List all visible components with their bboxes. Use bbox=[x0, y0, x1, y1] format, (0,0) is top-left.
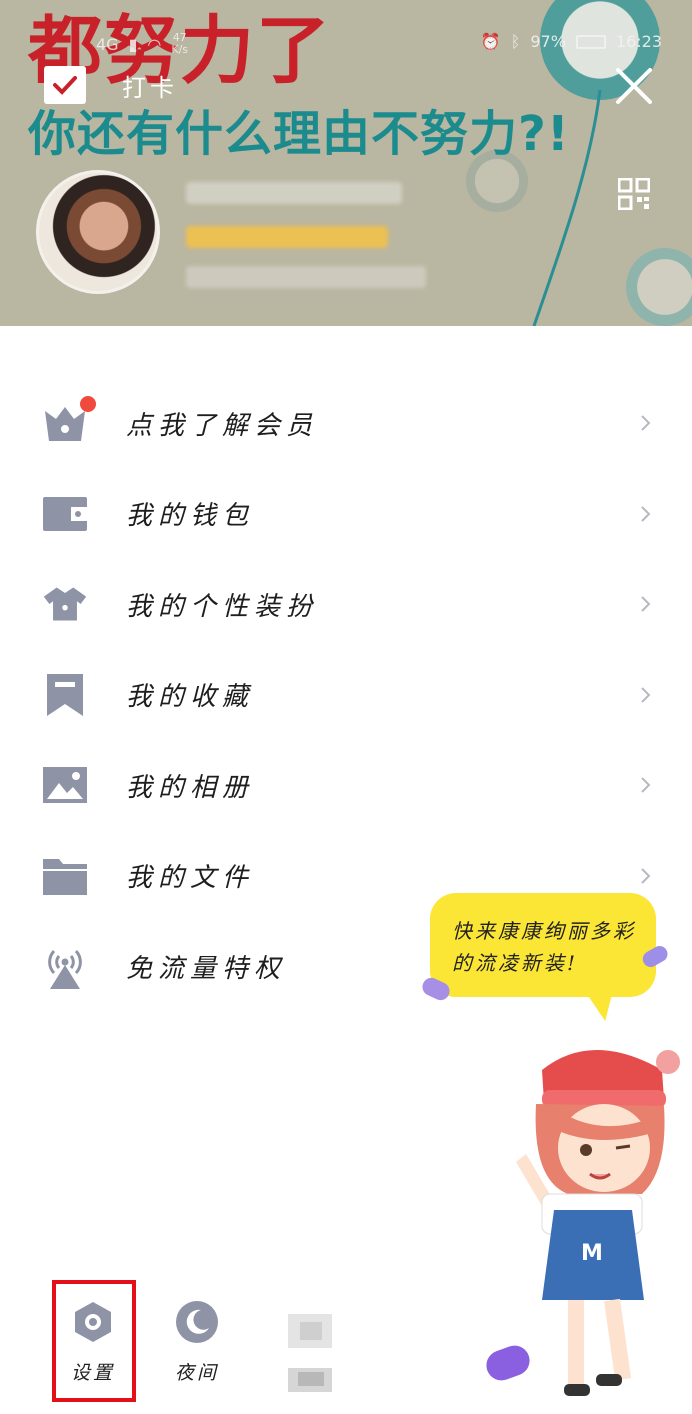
photo-icon bbox=[42, 762, 88, 808]
battery-icon bbox=[575, 34, 606, 49]
profile-banner[interactable]: 都努力了 你还有什么理由不努力?! 4G ▮ ◠ 47 K/s ⏰ ᛒ 97% … bbox=[0, 0, 692, 326]
menu-item-label: 我的相册 bbox=[126, 772, 255, 803]
close-icon[interactable] bbox=[614, 66, 654, 106]
chevron-right-icon bbox=[641, 596, 651, 612]
promo-speech-bubble[interactable]: 快来康康绚丽多彩的流凌新装! bbox=[430, 893, 656, 997]
chevron-right-icon bbox=[641, 868, 651, 884]
svg-text:M: M bbox=[581, 1241, 603, 1266]
pill-decoration bbox=[642, 946, 668, 967]
avatar[interactable] bbox=[36, 170, 160, 294]
battery-percent: 97% bbox=[530, 32, 566, 51]
status-right: ⏰ ᛒ 97% 16:23 bbox=[481, 32, 662, 51]
menu-item-label: 我的文件 bbox=[126, 863, 255, 894]
qr-code-icon[interactable] bbox=[618, 178, 650, 210]
vip-crown-icon bbox=[42, 396, 96, 446]
menu-item-favorites[interactable]: 我的收藏 bbox=[0, 650, 692, 741]
status-left: 4G ▮ ◠ 47 K/s bbox=[96, 32, 188, 56]
notification-dot bbox=[80, 396, 96, 413]
menu-item-vip[interactable]: 点我了解会员 bbox=[0, 378, 692, 469]
chevron-right-icon bbox=[641, 687, 651, 703]
wifi-icon: ◠ bbox=[147, 34, 162, 54]
bookmark-icon bbox=[42, 672, 88, 718]
pill-decoration bbox=[422, 977, 450, 1001]
chevron-right-icon bbox=[641, 777, 651, 793]
clock: 16:23 bbox=[615, 32, 662, 51]
moon-icon bbox=[176, 1301, 218, 1343]
wallet-icon bbox=[42, 491, 88, 537]
chevron-right-icon bbox=[641, 415, 651, 431]
checkin-box bbox=[44, 66, 86, 104]
alarm-icon: ⏰ bbox=[480, 32, 501, 51]
bluetooth-icon: ᛒ bbox=[510, 32, 521, 51]
antenna-icon bbox=[42, 943, 88, 990]
menu-item-label: 我的钱包 bbox=[126, 501, 255, 532]
settings-highlight-box bbox=[52, 1280, 136, 1402]
vip-level-blurred bbox=[186, 226, 388, 248]
menu-item-label: 我的个性装扮 bbox=[126, 591, 319, 622]
weather-widget-blurred[interactable] bbox=[286, 1314, 334, 1394]
username-blurred[interactable] bbox=[186, 182, 402, 204]
check-icon bbox=[53, 76, 77, 95]
menu-item-label: 免流量特权 bbox=[126, 953, 287, 984]
status-bar: 4G ▮ ◠ 47 K/s ⏰ ᛒ 97% 16:23 bbox=[0, 28, 692, 60]
folder-icon bbox=[42, 853, 88, 899]
night-mode-label: 夜间 bbox=[174, 1362, 219, 1384]
menu-item-label: 我的收藏 bbox=[126, 682, 255, 713]
checkin-button[interactable]: 打卡 bbox=[44, 66, 178, 104]
signature-blurred bbox=[186, 266, 426, 288]
menu-item-costume[interactable]: 我的个性装扮 bbox=[0, 559, 692, 650]
menu-item-album[interactable]: 我的相册 bbox=[0, 740, 692, 831]
network-indicator: 4G bbox=[96, 34, 119, 54]
signal-icon: ▮ bbox=[128, 34, 138, 54]
menu-item-label: 点我了解会员 bbox=[126, 410, 319, 441]
promo-text: 快来康康绚丽多彩的流凌新装! bbox=[452, 919, 636, 975]
menu-item-wallet[interactable]: 我的钱包 bbox=[0, 469, 692, 560]
football-decoration bbox=[626, 248, 692, 326]
network-speed: 47 K/s bbox=[171, 32, 188, 56]
checkin-label: 打卡 bbox=[122, 73, 178, 102]
night-mode-button[interactable]: 夜间 bbox=[162, 1300, 232, 1400]
tshirt-icon bbox=[42, 581, 88, 627]
chevron-right-icon bbox=[641, 506, 651, 522]
banner-subheadline: 你还有什么理由不努力?! bbox=[28, 106, 570, 162]
speed-unit: K/s bbox=[171, 43, 189, 56]
